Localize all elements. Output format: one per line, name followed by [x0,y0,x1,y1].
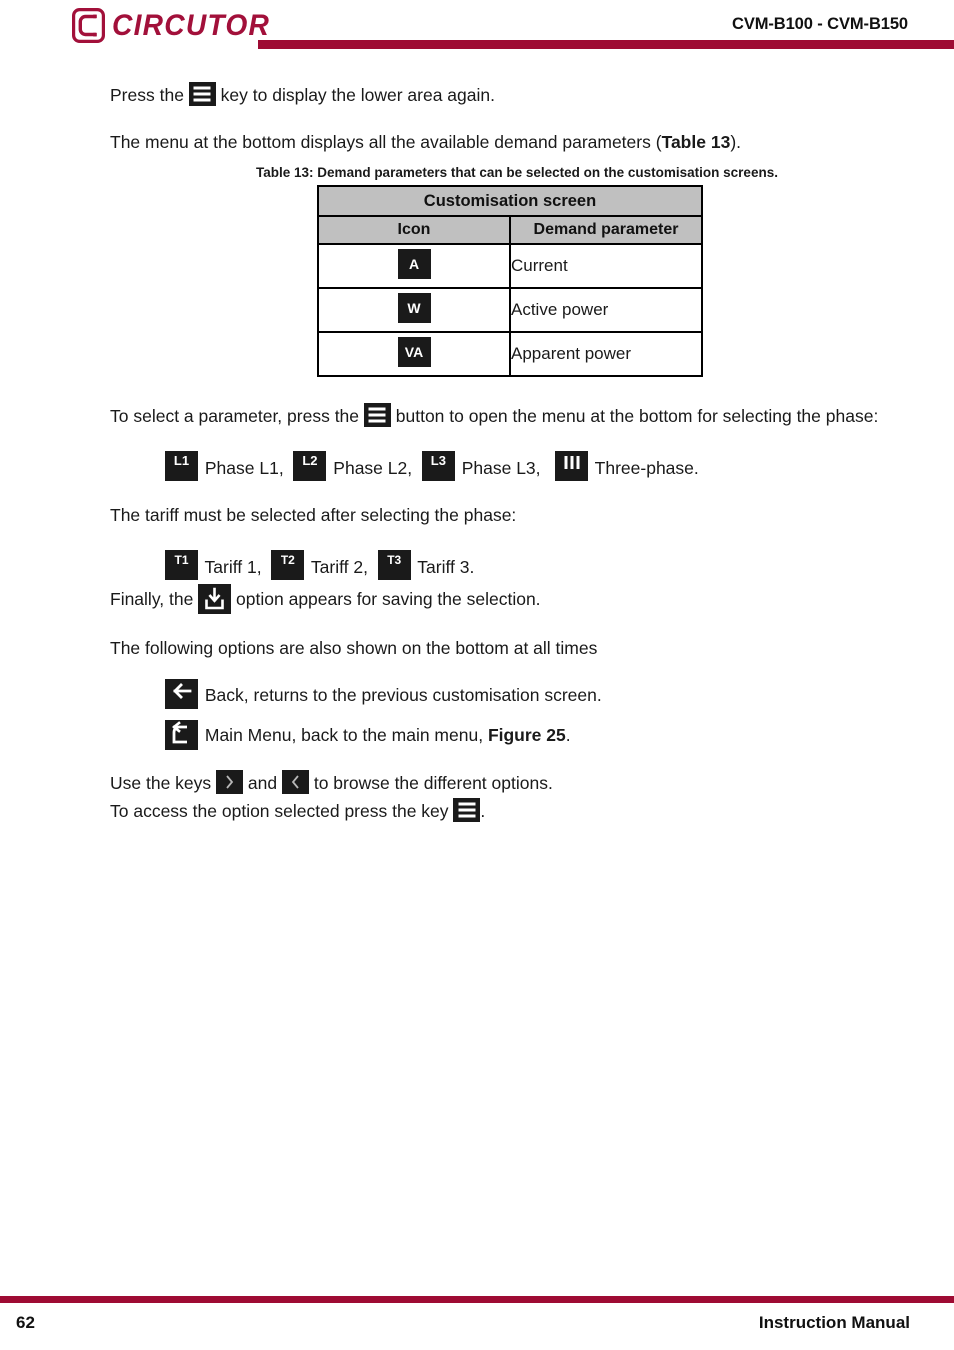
table-cell-parameter: Current [509,243,703,289]
tariff-1-label: Tariff 1, [204,557,262,577]
main-menu-option-row: Main Menu, back to the main menu, Figure… [110,715,910,755]
access-option-text-pre: To access the option selected press the … [110,801,454,821]
hamburger-bars [193,84,211,105]
apparent-power-icon-label: VA [404,343,424,360]
tariff-1-icon[interactable]: T1 [165,550,198,580]
table-cell-icon: VA [317,331,511,377]
finally-text-post: option appears for saving the selection. [231,589,541,609]
paragraph-use-keys: Use the keys and to browse the different… [110,769,910,797]
column-header-parameter: Demand parameter [509,215,703,245]
table-header-row: Icon Demand parameter [317,215,703,245]
apparent-power-icon: VA [397,336,431,367]
table-title-cell: Customisation screen [317,185,703,217]
back-option-label: Back, returns to the previous customisat… [204,685,602,705]
circutor-c-logo-icon [72,8,105,43]
tariff-options-row: T1 Tariff 1, T2 Tariff 2, T3 Tariff 3. [110,550,910,584]
page-number: 62 [16,1313,35,1332]
hamburger-bars [368,405,386,426]
use-keys-text-post: to browse the different options. [308,773,553,793]
page-content: Press the key to display the lower area … [110,82,910,825]
hamburger-menu-icon[interactable] [453,798,481,822]
chevron-left-icon[interactable] [281,770,309,794]
paragraph-press-key: Press the key to display the lower area … [110,82,910,108]
three-phase-bars [564,456,580,469]
table-cell-icon: A [317,243,511,289]
product-model-title: CVM-B100 - CVM-B150 [732,15,908,33]
phase-l2-icon-label: L2 [302,453,318,468]
phase-l2-icon[interactable]: L2 [293,451,327,481]
current-icon: A [397,248,431,279]
current-icon-label: A [408,255,420,272]
select-parameter-text-pre: To select a parameter, press the [110,406,364,426]
use-keys-text-mid: and [243,773,282,793]
menu-bottom-text-pre: The menu at the bottom displays all the … [110,132,662,152]
phase-l1-icon-label: L1 [173,453,190,468]
header-rule [258,40,954,49]
paragraph-tariff-intro: The tariff must be selected after select… [110,505,517,525]
press-key-text-post: key to display the lower area again. [215,85,495,105]
back-option-row: Back, returns to the previous customisat… [110,675,910,715]
press-key-text-pre: Press the [110,85,189,105]
three-phase-icon[interactable] [555,451,589,481]
back-arrow-icon[interactable] [165,679,198,709]
active-power-icon-label: W [407,299,421,316]
phase-options-row: L1 Phase L1, L2 Phase L2, L3 Phase L3, T… [110,451,910,485]
table-cell-parameter: Apparent power [509,331,703,377]
tariff-3-icon-label: T3 [387,553,402,567]
paragraph-select-parameter: To select a parameter, press the button … [110,403,910,429]
circutor-logo: CIRCUTOR [72,8,280,43]
paragraph-following-options: The following options are also shown on … [110,638,598,658]
document-title: Instruction Manual [758,1313,910,1332]
save-download-icon[interactable] [198,584,232,614]
circutor-logo-text: CIRCUTOR [112,8,271,42]
phase-l1-icon[interactable]: L1 [165,451,198,481]
table-row: VA Apparent power [317,331,703,377]
hamburger-menu-icon[interactable] [188,82,216,106]
phase-l3-icon-label: L3 [430,453,446,468]
menu-bottom-text-post: ). [730,132,742,152]
table-row: A Current [317,243,703,289]
tariff-3-label: Tariff 3. [417,557,475,577]
tariff-2-icon[interactable]: T2 [271,550,305,580]
table-cell-icon: W [317,287,511,333]
chevron-right-icon[interactable] [216,770,244,794]
column-header-icon: Icon [317,215,511,245]
finally-text-pre: Finally, the [110,589,199,609]
footer-rule [0,1296,954,1303]
phase-l2-label: Phase L2, [333,458,413,478]
table-title-row: Customisation screen [317,185,703,217]
phase-l3-label: Phase L3, [461,458,541,478]
main-menu-label-post: . [565,725,571,745]
table-row: W Active power [317,287,703,333]
table-13-reference: Table 13 [661,132,731,152]
table-cell-parameter: Active power [509,287,703,333]
page-footer: 62 Instruction Manual [0,1280,954,1350]
tariff-1-icon-label: T1 [174,553,189,567]
tariff-2-label: Tariff 2, [310,557,368,577]
paragraph-finally-save: Finally, the option appears for saving t… [110,584,910,614]
phase-l3-icon[interactable]: L3 [421,451,455,481]
paragraph-access-option: To access the option selected press the … [110,797,910,825]
active-power-icon: W [397,292,431,323]
figure-25-reference: Figure 25 [487,725,566,745]
tariff-2-icon-label: T2 [280,553,295,567]
three-phase-label: Three-phase. [594,458,699,478]
tariff-3-icon[interactable]: T3 [377,550,411,580]
paragraph-menu-bottom: The menu at the bottom displays all the … [110,130,910,155]
page-header: CIRCUTOR CVM-B100 - CVM-B150 [0,0,954,60]
use-keys-text-pre: Use the keys [110,773,217,793]
hamburger-bars [458,800,476,821]
hamburger-menu-icon[interactable] [363,403,391,427]
demand-parameters-table: Customisation screen Icon Demand paramet… [317,185,703,377]
access-option-text-post: . [480,801,486,821]
main-menu-return-icon[interactable] [165,720,198,750]
main-menu-label-pre: Main Menu, back to the main menu, [204,725,488,745]
phase-l1-label: Phase L1, [204,458,284,478]
select-parameter-text-post: button to open the menu at the bottom fo… [390,406,879,426]
table-caption: Table 13: Demand parameters that can be … [256,165,778,180]
